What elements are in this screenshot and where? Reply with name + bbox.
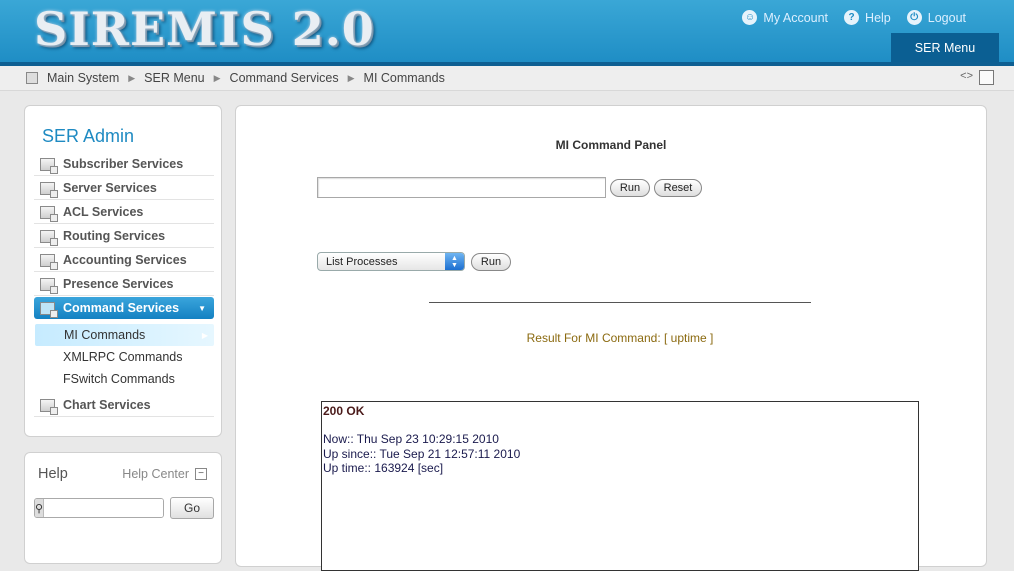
logout-label: Logout [927,10,966,25]
sidebar-item-label: Server Services [63,181,157,195]
help-label: Help [865,10,891,25]
breadcrumb-tools: <> [960,70,994,85]
sidebar-item-acl-services[interactable]: ACL Services [34,201,214,224]
sidebar-item-label: Accounting Services [63,253,187,267]
my-account-label: My Account [763,10,829,25]
sidebar-item-subscriber-services[interactable]: Subscriber Services [34,153,214,176]
help-center-label: Help Center [122,467,189,481]
sidebar-item-label: Presence Services [63,277,174,291]
sidebar-item-command-services[interactable]: Command Services ▼ [34,297,214,319]
go-button[interactable]: Go [170,497,214,519]
header: SIREMIS 2.0 ☺ My Account ? Help ⏻ Logout… [0,0,1014,66]
window-icon [40,181,58,198]
mi-command-input[interactable] [317,177,606,198]
breadcrumb-separator-icon: ▶ [128,72,136,83]
result-line: Up since:: Tue Sep 21 12:57:11 2010 [323,446,521,461]
sidebar-item-chart-services[interactable]: Chart Services [34,394,214,417]
sidebar-subitem-label: XMLRPC Commands [63,350,183,364]
window-icon [40,157,58,174]
siremis-logo[interactable]: SIREMIS 2.0 [34,2,375,56]
top-links: ☺ My Account ? Help ⏻ Logout [742,10,966,25]
chevron-right-icon: ▶ [201,330,208,340]
sidebar-subitem-label: FSwitch Commands [63,372,175,386]
sidebar-subitem-label: MI Commands [64,328,146,342]
edit-page-icon[interactable] [979,70,994,85]
help-search-input[interactable] [44,499,163,517]
help-icon: ? [844,10,860,25]
collapse-icon[interactable]: − [195,468,207,480]
result-line: Now:: Thu Sep 23 10:29:15 2010 [323,432,499,446]
ser-menu-tab[interactable]: SER Menu [891,33,999,62]
result-title: Result For MI Command: [ uptime ] [526,331,714,345]
chevron-down-icon: ▼ [198,303,206,313]
sidebar-menu: Subscriber Services Server Services ACL … [34,153,214,418]
sidebar-item-label: Chart Services [63,398,151,412]
power-icon: ⏻ [906,10,922,25]
help-search: ⚲ [34,498,164,518]
window-icon [40,253,58,270]
sidebar-subitem-fswitch-commands[interactable]: FSwitch Commands [34,368,214,390]
sidebar-item-label: Routing Services [63,229,166,243]
sidebar-item-label: ACL Services [63,205,144,219]
reset-button[interactable]: Reset [654,179,702,197]
window-icon [40,205,58,222]
help-title: Help [38,466,68,482]
sidebar-item-server-services[interactable]: Server Services [34,177,214,200]
result-status: 200 OK [323,404,365,418]
user-icon: ☺ [742,10,758,25]
breadcrumb-command-services[interactable]: Command Services [230,71,339,85]
code-view-icon[interactable]: <> [960,70,973,85]
breadcrumb-ser-menu[interactable]: SER Menu [144,71,204,85]
breadcrumb-mi-commands[interactable]: MI Commands [364,71,445,85]
breadcrumb-main-system[interactable]: Main System [47,71,119,85]
sidebar-item-label: Command Services [63,301,180,315]
sidebar-item-routing-services[interactable]: Routing Services [34,225,214,248]
sidebar-item-presence-services[interactable]: Presence Services [34,273,214,296]
run-button[interactable]: Run [610,179,650,197]
window-icon [40,301,58,318]
window-icon [40,277,58,294]
sidebar-subitem-xmlrpc-commands[interactable]: XMLRPC Commands [34,346,214,368]
mi-command-select-value: List Processes [326,255,398,268]
select-arrows-icon: ▲ ▼ [445,253,464,270]
divider [429,302,811,303]
logout-link[interactable]: ⏻ Logout [906,10,966,25]
breadcrumb-separator-icon: ▶ [347,72,355,83]
run-select-button[interactable]: Run [471,253,511,271]
search-icon: ⚲ [35,499,45,517]
breadcrumb-separator-icon: ▶ [213,72,221,83]
home-icon [26,72,38,84]
window-icon [40,229,58,246]
result-output: 200 OK Now:: Thu Sep 23 10:29:15 2010 Up… [321,401,919,571]
sidebar-item-label: Subscriber Services [63,157,184,171]
page-title: MI Command Panel [555,138,667,152]
help-panel: Help Help Center − ⚲ Go [24,452,222,564]
sidebar-title: SER Admin [42,126,135,146]
breadcrumb: Main System ▶ SER Menu ▶ Command Service… [26,71,445,85]
ser-admin-panel: SER Admin Subscriber Services Server Ser… [24,105,222,437]
breadcrumb-bar: Main System ▶ SER Menu ▶ Command Service… [0,66,1014,91]
help-link[interactable]: ? Help [844,10,891,25]
mi-command-panel: MI Command Panel Run Reset List Processe… [235,105,987,571]
sidebar-item-accounting-services[interactable]: Accounting Services [34,249,214,272]
sidebar-subitem-mi-commands[interactable]: MI Commands ▶ [35,324,214,346]
mi-command-select[interactable]: List Processes ▲ ▼ [317,252,465,271]
result-line: Up time:: 163924 [sec] [323,461,444,475]
my-account-link[interactable]: ☺ My Account [742,10,828,25]
help-center-link[interactable]: Help Center − [122,467,207,481]
window-icon [40,398,58,415]
